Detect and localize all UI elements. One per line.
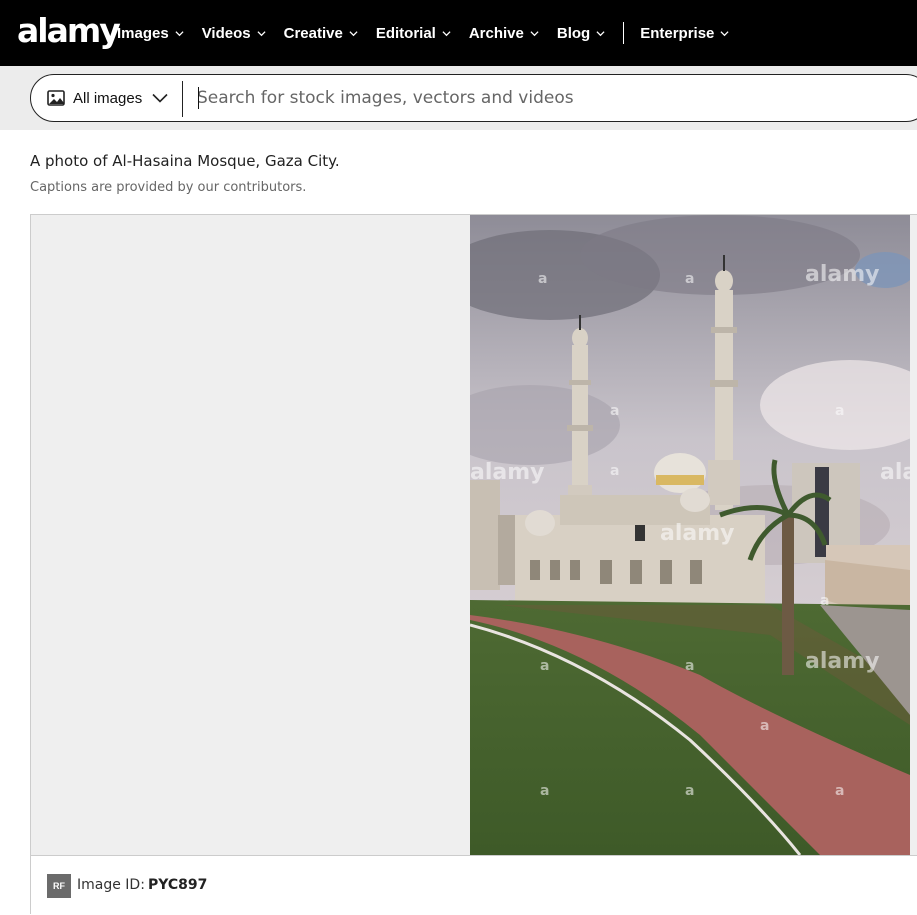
nav-item-label: Archive — [468, 24, 524, 42]
chevron-down-icon — [175, 30, 184, 36]
image-id-value: PYC897 — [148, 877, 208, 893]
svg-text:a: a — [820, 593, 829, 609]
top-navigation-bar: alamy Images Videos Creative Editorial A… — [0, 0, 917, 66]
svg-text:alamy: alamy — [470, 460, 545, 485]
svg-text:a: a — [685, 271, 694, 287]
nav-item-creative[interactable]: Creative — [284, 25, 358, 42]
image-id-label: Image ID: — [77, 877, 145, 893]
image-icon — [47, 90, 65, 106]
nav-item-label: Enterprise — [640, 24, 715, 42]
text-caret — [198, 87, 199, 109]
royalty-free-badge: RF — [47, 874, 71, 898]
search-type-filter[interactable]: All images — [47, 75, 168, 121]
chevron-down-icon — [596, 30, 605, 36]
svg-text:a: a — [835, 783, 844, 799]
viewer-right-pane — [910, 215, 917, 855]
nav-item-label: Editorial — [375, 24, 436, 42]
chevron-down-icon — [720, 30, 729, 36]
search-bar: All images — [30, 74, 917, 122]
nav-item-editorial[interactable]: Editorial — [376, 25, 451, 42]
svg-text:a: a — [540, 658, 549, 674]
nav-item-images[interactable]: Images — [117, 25, 184, 42]
main-photo[interactable]: a a a a a a a a a a a a alamy alamy alam… — [470, 215, 910, 855]
image-viewer: a a a a a a a a a a a a alamy alamy alam… — [30, 214, 917, 915]
nav-item-videos[interactable]: Videos — [202, 25, 266, 42]
nav-item-enterprise[interactable]: Enterprise — [640, 25, 729, 42]
viewer-left-pane — [31, 215, 470, 855]
nav-item-label: Videos — [201, 24, 251, 42]
caption-disclaimer: Captions are provided by our contributor… — [30, 180, 307, 195]
alamy-logo[interactable]: alamy — [17, 13, 121, 49]
svg-text:a: a — [760, 718, 769, 734]
svg-text:alamy: alamy — [660, 521, 735, 546]
svg-text:a: a — [610, 403, 619, 419]
chevron-down-icon — [349, 30, 358, 36]
svg-text:a: a — [835, 403, 844, 419]
nav-item-label: Creative — [283, 24, 343, 42]
nav-divider — [623, 22, 625, 44]
chevron-down-icon — [530, 30, 539, 36]
svg-text:a: a — [685, 783, 694, 799]
image-details-bar: RF Image ID: PYC897 — [31, 855, 917, 915]
svg-text:alamy: alamy — [805, 649, 880, 674]
search-input[interactable] — [197, 79, 897, 117]
nav-item-archive[interactable]: Archive — [469, 25, 539, 42]
chevron-down-icon — [152, 93, 168, 103]
chevron-down-icon — [442, 30, 451, 36]
search-band: All images — [0, 66, 917, 130]
svg-text:alamy: alamy — [880, 460, 910, 485]
chevron-down-icon — [257, 30, 266, 36]
svg-text:a: a — [538, 271, 547, 287]
image-caption: A photo of Al-Hasaina Mosque, Gaza City. — [30, 152, 340, 170]
nav-item-label: Images — [117, 24, 169, 42]
search-filter-label: All images — [73, 89, 143, 107]
nav-item-label: Blog — [556, 24, 591, 42]
nav-item-blog[interactable]: Blog — [557, 25, 605, 42]
svg-text:a: a — [540, 783, 549, 799]
svg-text:a: a — [610, 463, 619, 479]
svg-text:alamy: alamy — [805, 262, 880, 287]
mosque-photo-illustration: a a a a a a a a a a a a alamy alamy alam… — [470, 215, 910, 855]
main-nav: Images Videos Creative Editorial Archive… — [117, 0, 747, 66]
svg-text:a: a — [685, 658, 694, 674]
search-divider — [182, 81, 183, 117]
